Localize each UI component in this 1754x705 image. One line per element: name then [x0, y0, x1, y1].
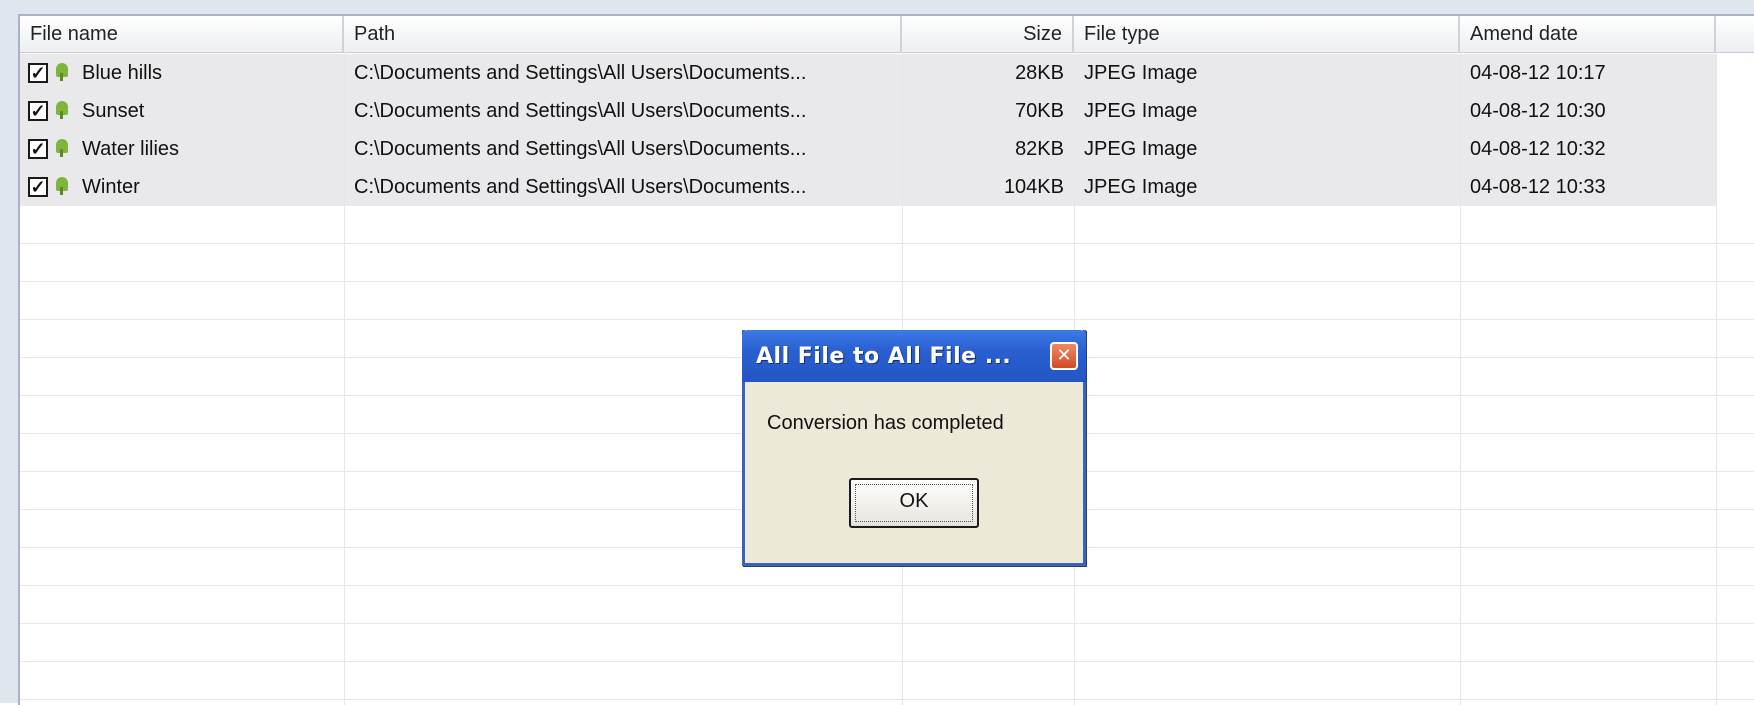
amend-date-cell: 04-08-12 10:32 [1470, 138, 1606, 160]
file-type-cell: JPEG Image [1084, 138, 1198, 160]
dialog-title: All File to All File ... [756, 343, 1012, 369]
file-path-cell: C:\Documents and Settings\All Users\Docu… [354, 176, 807, 198]
image-file-icon [54, 63, 70, 83]
column-header-filler [1716, 16, 1754, 52]
image-file-icon [54, 177, 70, 197]
checkbox-icon[interactable]: ✓ [28, 177, 48, 197]
file-size-cell: 104KB [1003, 176, 1064, 198]
row-filler [1716, 54, 1754, 92]
checkbox-icon[interactable]: ✓ [28, 101, 48, 121]
column-header-file-type[interactable]: File type [1074, 16, 1460, 52]
image-file-icon [54, 101, 70, 121]
file-type-cell: JPEG Image [1084, 100, 1198, 122]
checkbox-icon[interactable]: ✓ [28, 63, 48, 83]
table-row[interactable]: ✓ Blue hills C:\Documents and Settings\A… [20, 54, 1754, 92]
file-path-cell: C:\Documents and Settings\All Users\Docu… [354, 138, 807, 160]
focus-ring [855, 484, 973, 522]
file-name-label: Sunset [82, 100, 145, 122]
image-file-icon [54, 139, 70, 159]
file-name-label: Blue hills [82, 62, 163, 84]
file-path-cell: C:\Documents and Settings\All Users\Docu… [354, 100, 807, 122]
app-window: File name Path Size File type Amend date… [0, 0, 1754, 705]
file-size-cell: 70KB [1015, 100, 1064, 122]
amend-date-cell: 04-08-12 10:17 [1470, 62, 1606, 84]
column-divider [1460, 52, 1461, 705]
amend-date-cell: 04-08-12 10:30 [1470, 100, 1606, 122]
column-header-size[interactable]: Size [902, 16, 1074, 52]
column-header-file-name[interactable]: File name [20, 16, 344, 52]
column-header-amend-date[interactable]: Amend date [1460, 16, 1716, 52]
column-divider [344, 52, 345, 705]
dialog-message: Conversion has completed [767, 412, 1004, 434]
close-icon[interactable]: ✕ [1050, 342, 1078, 370]
file-type-cell: JPEG Image [1084, 176, 1198, 198]
file-name-label: Winter [82, 176, 140, 198]
column-divider [1716, 52, 1717, 705]
file-name-label: Water lilies [82, 138, 180, 160]
file-rows: ✓ Blue hills C:\Documents and Settings\A… [20, 54, 1754, 206]
list-header: File name Path Size File type Amend date [20, 16, 1754, 53]
file-path-cell: C:\Documents and Settings\All Users\Docu… [354, 62, 807, 84]
file-size-cell: 28KB [1015, 62, 1064, 84]
row-filler [1716, 130, 1754, 168]
file-type-cell: JPEG Image [1084, 62, 1198, 84]
file-name-cell: ✓ Winter [20, 168, 344, 206]
file-name-cell: ✓ Water lilies [20, 130, 344, 168]
table-row[interactable]: ✓ Water lilies C:\Documents and Settings… [20, 130, 1754, 168]
row-filler [1716, 92, 1754, 130]
column-header-path[interactable]: Path [344, 16, 902, 52]
row-filler [1716, 168, 1754, 206]
file-name-cell: ✓ Sunset [20, 92, 344, 130]
conversion-complete-dialog: All File to All File ... ✕ Conversion ha… [742, 330, 1086, 566]
ok-button[interactable]: OK [849, 478, 979, 528]
amend-date-cell: 04-08-12 10:33 [1470, 176, 1606, 198]
file-name-cell: ✓ Blue hills [20, 54, 344, 92]
table-row[interactable]: ✓ Winter C:\Documents and Settings\All U… [20, 168, 1754, 206]
checkbox-icon[interactable]: ✓ [28, 139, 48, 159]
file-size-cell: 82KB [1015, 138, 1064, 160]
dialog-titlebar[interactable]: All File to All File ... ✕ [742, 330, 1086, 382]
table-row[interactable]: ✓ Sunset C:\Documents and Settings\All U… [20, 92, 1754, 130]
